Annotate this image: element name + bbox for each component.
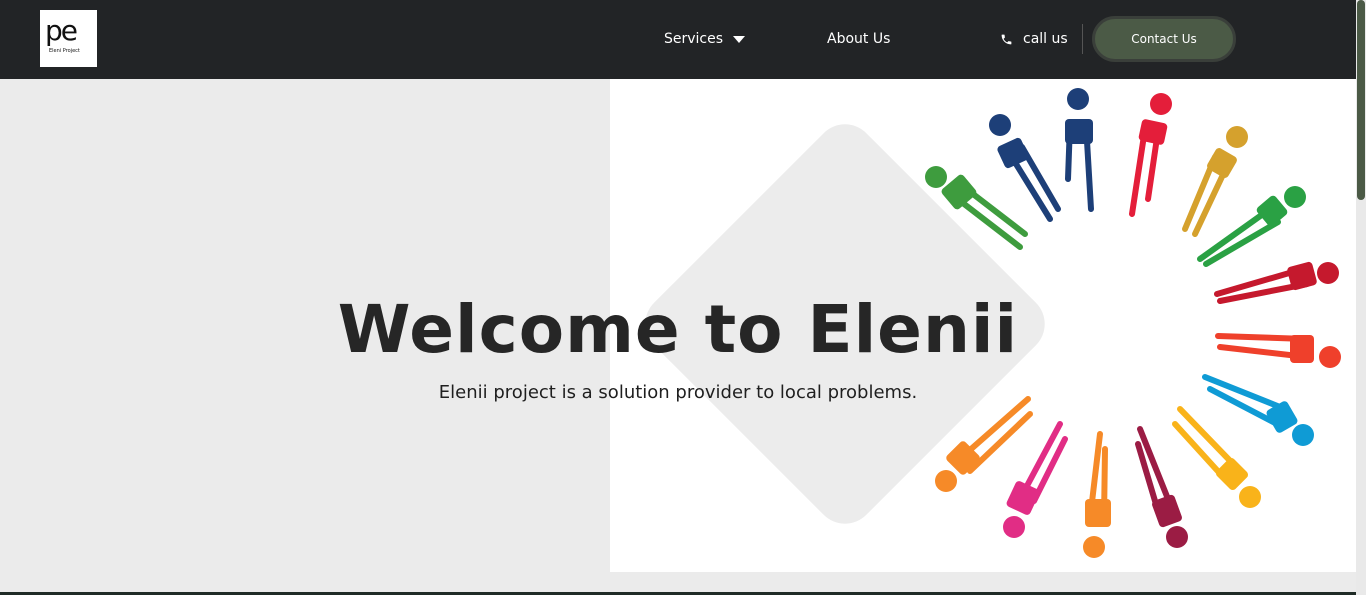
person-figure (1197, 186, 1306, 267)
person-figure (1003, 421, 1068, 538)
scrollbar-thumb[interactable] (1357, 0, 1365, 200)
logo-text: Eleni Project (49, 48, 80, 54)
person-figure (1182, 126, 1248, 237)
hero-subtitle: Elenii project is a solution provider to… (438, 382, 918, 403)
hero-section: Welcome to Elenii Elenii project is a so… (0, 79, 1356, 595)
person-figure (1129, 93, 1172, 217)
contact-us-button[interactable]: Contact Us (1092, 16, 1236, 62)
person-figure (1065, 88, 1094, 212)
site-logo[interactable]: pe Eleni Project (40, 10, 97, 67)
top-navbar: pe Eleni Project Services About Us call … (0, 0, 1356, 79)
caret-down-icon (733, 35, 746, 43)
nav-call-label: call us (1023, 31, 1068, 47)
nav-about-link[interactable]: About Us (827, 29, 890, 49)
person-figure (1135, 426, 1188, 548)
person-figure (1083, 431, 1111, 558)
phone-icon (1001, 34, 1012, 44)
nav-services-label: Services (664, 31, 724, 47)
nav-divider (1082, 24, 1083, 54)
nav-services-dropdown[interactable]: Services (664, 29, 746, 49)
person-figure (1172, 406, 1261, 508)
hero-title: Welcome to Elenii (337, 291, 1019, 368)
person-figure (989, 114, 1061, 222)
nav-call-link[interactable]: call us (1000, 29, 1068, 49)
logo-mark: pe (45, 14, 78, 47)
